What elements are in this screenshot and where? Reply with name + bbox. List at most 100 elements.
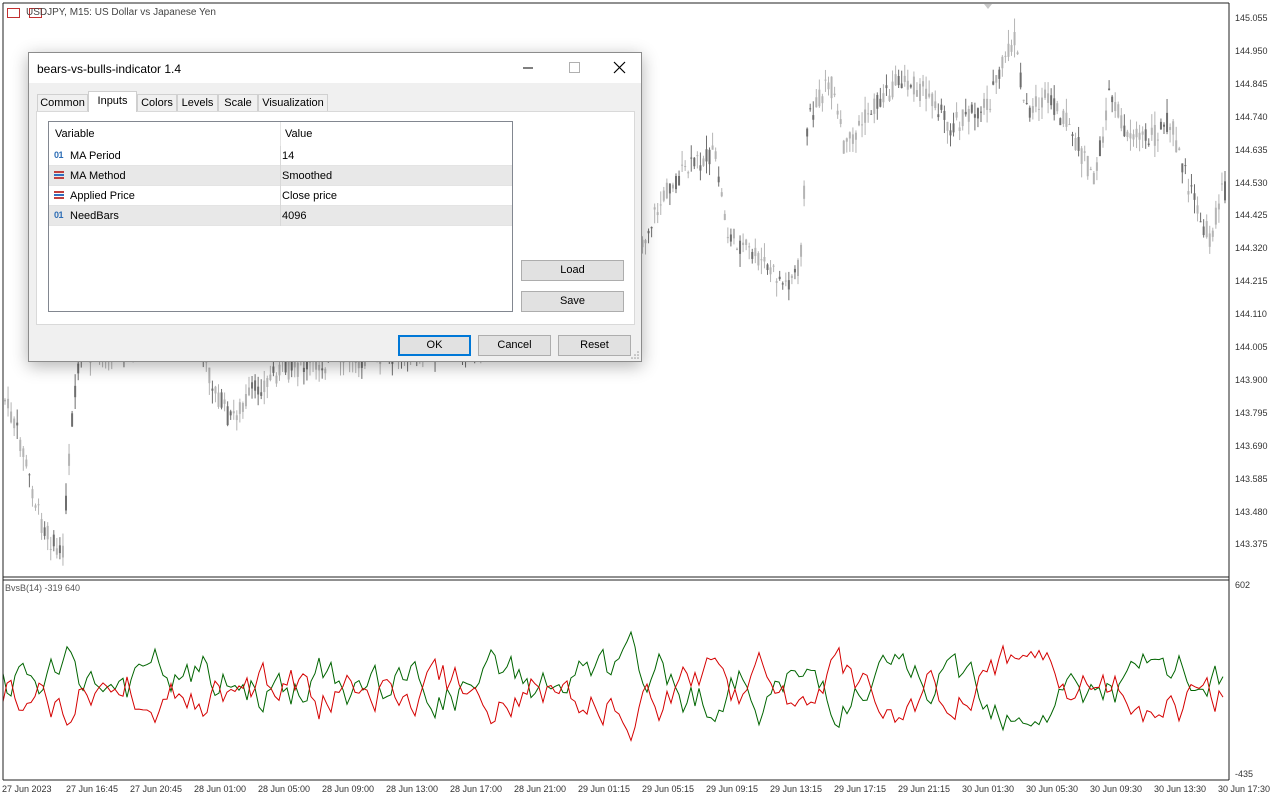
candle-body: [229, 411, 232, 416]
candle-body: [65, 495, 67, 511]
input-row-applied-price[interactable]: Applied Price Close price: [49, 186, 512, 206]
time-tick-label: 30 Jun 13:30: [1154, 784, 1207, 794]
chart-list-icon[interactable]: [7, 8, 20, 18]
chart-title: USDJPY, M15: US Dollar vs Japanese Yen: [26, 7, 216, 18]
reset-button[interactable]: Reset: [558, 335, 631, 356]
tab-levels[interactable]: Levels: [177, 94, 218, 111]
variable-value[interactable]: Close price: [282, 190, 337, 202]
time-tick-label: 30 Jun 05:30: [1026, 784, 1079, 794]
candle-body: [1123, 125, 1126, 137]
candle-body: [1199, 221, 1202, 223]
cell-separator: [280, 146, 281, 166]
candle-body: [955, 111, 958, 118]
candle-body: [668, 183, 671, 194]
candle-body: [906, 80, 909, 90]
candle-body: [717, 176, 720, 183]
candle-body: [800, 244, 803, 257]
candle-body: [1089, 169, 1092, 171]
candle-body: [1065, 112, 1068, 127]
candle-body: [806, 128, 809, 137]
dialog-titlebar[interactable]: bears-vs-bulls-indicator 1.4: [29, 53, 641, 83]
candle-body: [760, 259, 763, 261]
input-row-ma-method[interactable]: MA Method Smoothed: [49, 166, 512, 186]
candle-body: [278, 364, 281, 376]
candle-body: [226, 406, 229, 426]
save-button[interactable]: Save: [521, 291, 624, 312]
input-row-needbars[interactable]: 01 NeedBars 4096: [49, 206, 512, 226]
variable-name: Applied Price: [70, 190, 135, 202]
maximize-button[interactable]: [550, 53, 596, 83]
candle-body: [675, 176, 677, 190]
candle-body: [812, 115, 815, 120]
candle-body: [809, 108, 812, 110]
candle-body: [912, 76, 915, 95]
candle-body: [1001, 56, 1004, 69]
candle-body: [28, 474, 31, 476]
candle-body: [684, 165, 687, 167]
candle-body: [766, 264, 769, 271]
candle-body: [797, 259, 799, 276]
candle-body: [937, 114, 940, 118]
candle-body: [1120, 115, 1123, 129]
column-header-value[interactable]: Value: [285, 128, 312, 140]
candle-body: [830, 76, 833, 99]
candle-body: [803, 185, 806, 199]
column-separator[interactable]: [280, 122, 281, 146]
candle-body: [1178, 148, 1181, 151]
candle-body: [1175, 140, 1178, 153]
candle-body: [763, 256, 766, 262]
variable-value[interactable]: Smoothed: [282, 170, 332, 182]
load-button[interactable]: Load: [521, 260, 624, 281]
tab-colors[interactable]: Colors: [137, 94, 177, 111]
time-tick-label: 30 Jun 01:30: [962, 784, 1015, 794]
price-tick-label: 143.900: [1235, 374, 1268, 385]
candle-body: [1187, 191, 1190, 195]
time-tick-label: 27 Jun 20:45: [130, 784, 183, 794]
candle-body: [845, 138, 848, 142]
candle-body: [251, 382, 254, 389]
close-icon: [613, 61, 626, 74]
candle-body: [1071, 134, 1074, 137]
minimize-button[interactable]: [504, 53, 550, 83]
tab-common[interactable]: Common: [37, 94, 88, 111]
candle-body: [1190, 185, 1193, 187]
column-header-variable[interactable]: Variable: [55, 128, 95, 140]
candle-body: [1184, 165, 1187, 167]
ok-button[interactable]: OK: [398, 335, 471, 356]
candle-body: [989, 108, 992, 110]
candle-body: [31, 489, 34, 499]
candle-body: [1080, 148, 1083, 164]
price-tick-label: 144.530: [1235, 177, 1268, 188]
candle-body: [324, 368, 327, 374]
candle-body: [1059, 118, 1062, 126]
variable-value[interactable]: 14: [282, 150, 294, 162]
candle-body: [858, 120, 860, 126]
cancel-button[interactable]: Cancel: [478, 335, 551, 356]
candle-body: [25, 459, 28, 467]
candle-body: [714, 151, 717, 159]
candle-body: [1111, 96, 1114, 103]
tab-visualization[interactable]: Visualization: [258, 94, 328, 111]
candle-body: [260, 392, 263, 396]
tab-scale[interactable]: Scale: [218, 94, 258, 111]
price-tick-label: 143.795: [1235, 407, 1268, 418]
candle-body: [711, 145, 714, 150]
resize-grip-icon[interactable]: [630, 350, 639, 359]
close-button[interactable]: [596, 53, 642, 83]
candle-body: [769, 267, 772, 275]
candle-body: [34, 505, 37, 508]
price-tick-label: 144.215: [1235, 276, 1268, 287]
tab-inputs[interactable]: Inputs: [88, 91, 137, 112]
candle-body: [7, 398, 10, 409]
minimize-icon: [523, 67, 533, 69]
price-tick-label: 143.375: [1235, 539, 1268, 550]
bears-line: [2, 644, 1224, 743]
candle-body: [793, 268, 796, 273]
candle-body: [1016, 52, 1019, 55]
candle-body: [220, 392, 223, 408]
variable-value[interactable]: 4096: [282, 210, 306, 222]
candle-body: [22, 448, 25, 457]
candle-body: [296, 362, 299, 377]
input-row-ma-period[interactable]: 01 MA Period 14: [49, 146, 512, 166]
candle-body: [815, 97, 818, 108]
